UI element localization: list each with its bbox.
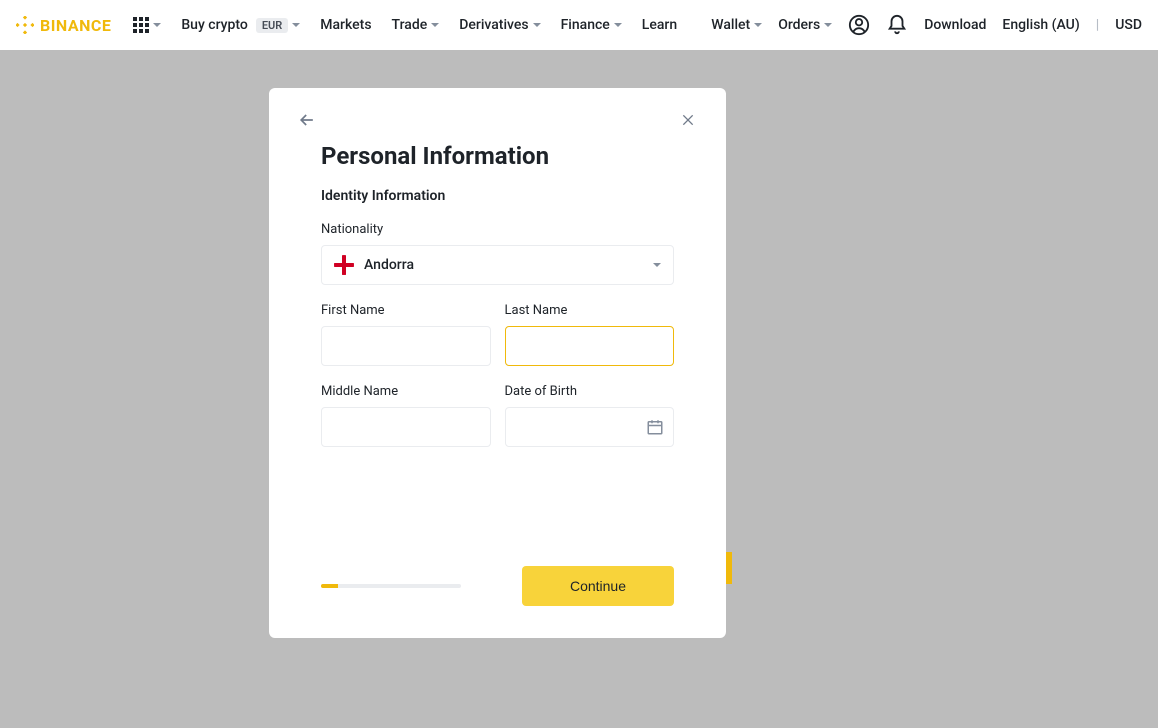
last-name-input[interactable] (505, 326, 675, 366)
nav-label: Orders (778, 17, 820, 33)
grid-icon (133, 17, 149, 33)
chevron-down-icon (292, 23, 300, 27)
nav-label: Buy crypto (181, 17, 248, 33)
progress-bar (321, 584, 461, 588)
dob-label: Date of Birth (505, 384, 675, 399)
nav-label: Wallet (711, 17, 750, 33)
flag-icon (334, 255, 354, 275)
nav-label: Derivatives (459, 17, 528, 33)
top-nav-bar: BINANCE Buy crypto EUR Markets Trade Der… (0, 0, 1158, 50)
currency-chip: EUR (256, 18, 288, 33)
nav-label: Finance (561, 17, 610, 33)
separator: | (1096, 17, 1099, 33)
nav-wallet[interactable]: Wallet (711, 17, 762, 33)
nav-buy-crypto[interactable]: Buy crypto EUR (181, 17, 300, 33)
apps-grid-menu[interactable] (133, 17, 161, 33)
nav-label: Download (924, 17, 986, 33)
chevron-down-icon (153, 23, 161, 27)
continue-button[interactable]: Continue (522, 566, 674, 606)
chevron-down-icon (431, 23, 439, 27)
binance-logo-icon (16, 16, 34, 34)
nav-derivatives[interactable]: Derivatives (459, 17, 540, 33)
nav-label: Trade (392, 17, 428, 33)
nav-trade[interactable]: Trade (392, 17, 440, 33)
arrow-left-icon (297, 110, 317, 130)
last-name-label: Last Name (505, 303, 675, 318)
middle-name-label: Middle Name (321, 384, 491, 399)
first-name-label: First Name (321, 303, 491, 318)
first-name-input[interactable] (321, 326, 491, 366)
close-button[interactable] (676, 108, 700, 132)
chevron-down-icon (653, 263, 661, 267)
nationality-select[interactable]: Andorra (321, 245, 674, 285)
brand-name: BINANCE (40, 16, 111, 35)
chevron-down-icon (533, 23, 541, 27)
nav-orders[interactable]: Orders (778, 17, 832, 33)
nav-markets[interactable]: Markets (320, 17, 371, 33)
middle-name-input[interactable] (321, 407, 491, 447)
nav-finance[interactable]: Finance (561, 17, 622, 33)
nationality-value: Andorra (364, 257, 643, 273)
nav-currency[interactable]: USD (1115, 17, 1142, 33)
modal-title: Personal Information (321, 142, 674, 170)
dob-input[interactable] (505, 407, 675, 447)
nationality-label: Nationality (321, 222, 674, 237)
nav-learn[interactable]: Learn (642, 17, 677, 33)
chevron-down-icon (614, 23, 622, 27)
nav-left-group: Buy crypto EUR Markets Trade Derivatives… (133, 17, 677, 33)
nav-label: English (AU) (1002, 17, 1079, 33)
nav-locale[interactable]: English (AU) (1002, 17, 1079, 33)
nav-label: Learn (642, 17, 677, 33)
chevron-down-icon (754, 23, 762, 27)
personal-information-modal: Personal Information Identity Informatio… (269, 88, 726, 638)
user-icon[interactable] (848, 14, 870, 36)
progress-fill (321, 584, 338, 588)
nav-download[interactable]: Download (924, 17, 986, 33)
brand-logo[interactable]: BINANCE (16, 16, 111, 35)
bell-icon[interactable] (886, 14, 908, 36)
chevron-down-icon (824, 23, 832, 27)
close-icon (680, 112, 696, 128)
nav-label: USD (1115, 17, 1142, 33)
nav-right-group: Wallet Orders Download English (AU) | US… (711, 14, 1142, 36)
back-button[interactable] (295, 108, 319, 132)
nav-label: Markets (320, 17, 371, 33)
section-heading: Identity Information (321, 188, 674, 204)
